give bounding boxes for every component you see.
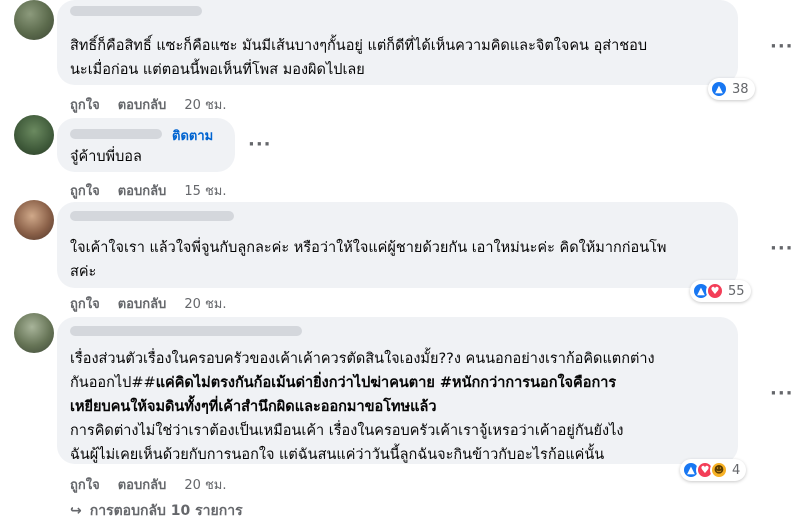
commenter-avatar[interactable] bbox=[14, 313, 54, 353]
comment-timestamp[interactable]: 20 ชม. bbox=[184, 94, 226, 115]
comment-actions: ถูกใจ ตอบกลับ 20 ชม. bbox=[70, 94, 227, 115]
like-button[interactable]: ถูกใจ bbox=[70, 474, 100, 495]
comment-options-button[interactable]: ··· bbox=[770, 238, 794, 259]
love-icon: ♥ bbox=[706, 282, 724, 300]
comment-timestamp[interactable]: 15 ชม. bbox=[184, 180, 226, 201]
comment-actions: ถูกใจ ตอบกลับ 20 ชม. bbox=[70, 293, 227, 314]
like-icon: ▲ bbox=[710, 80, 728, 98]
comment-text-line: เรื่องส่วนตัวเรื่องในครอบครัวของเค้าเค้า… bbox=[70, 351, 655, 367]
like-button[interactable]: ถูกใจ bbox=[70, 94, 100, 115]
reaction-summary[interactable]: ▲ 38 bbox=[708, 78, 755, 100]
comment-actions: ถูกใจ ตอบกลับ 15 ชม. bbox=[70, 180, 227, 201]
reaction-summary[interactable]: ▲ ♥ ☻ 4 bbox=[680, 459, 747, 481]
view-replies-label: การตอบกลับ 10 รายการ bbox=[89, 503, 243, 519]
reply-button[interactable]: ตอบกลับ bbox=[118, 293, 167, 314]
comment-options-button[interactable]: ··· bbox=[770, 383, 794, 404]
comment-text: สิทธิ์ก็คือสิทธิ์ แซะก็คือแซะ มันมีเส้นบ… bbox=[70, 38, 648, 78]
commenter-avatar[interactable] bbox=[14, 200, 54, 240]
comment-text-line: กันออกไป##แค่คิดไม่ตรงกันก้อเม้นด่ายิ่งก… bbox=[70, 371, 730, 395]
comment-text: ใจเค้าใจเรา แล้วใจพี่จูนกับลูกละค่ะ หรือ… bbox=[70, 240, 667, 280]
reply-arrow-icon: ↪ bbox=[70, 503, 82, 519]
comment-text-line: การคิดต่างไม่ใช่ว่าเราต้องเป็นเหมือนเค้า… bbox=[70, 423, 624, 439]
commenter-name-redacted[interactable] bbox=[70, 326, 302, 336]
comment-text-bold: เหยียบคนให้จมดินทั้งๆที่เค้าสำนึกผิดและอ… bbox=[70, 399, 437, 415]
follow-button[interactable]: ติดตาม bbox=[172, 125, 213, 146]
commenter-avatar[interactable] bbox=[14, 115, 54, 155]
haha-icon: ☻ bbox=[710, 461, 728, 479]
like-button[interactable]: ถูกใจ bbox=[70, 293, 100, 314]
comment-text: จู๋ค้าบพี่บอล bbox=[70, 149, 142, 165]
comment-text: เรื่องส่วนตัวเรื่องในครอบครัวของเค้าเค้า… bbox=[70, 347, 730, 467]
commenter-avatar[interactable] bbox=[14, 0, 54, 40]
comment-text-line: ฉันผู้ไม่เคยเห็นด้วยกับการนอกใจ แต่ฉันสน… bbox=[70, 447, 605, 463]
comment-timestamp[interactable]: 20 ชม. bbox=[184, 474, 226, 495]
commenter-name-redacted[interactable] bbox=[70, 129, 162, 139]
comment-options-button[interactable]: ··· bbox=[770, 36, 794, 57]
comment-text-plain: กันออกไป## bbox=[70, 375, 156, 391]
comment-timestamp[interactable]: 20 ชม. bbox=[184, 293, 226, 314]
reaction-count: 38 bbox=[732, 81, 749, 97]
commenter-name-redacted[interactable] bbox=[70, 211, 234, 221]
reaction-count: 4 bbox=[732, 462, 741, 478]
reply-button[interactable]: ตอบกลับ bbox=[118, 474, 167, 495]
reply-button[interactable]: ตอบกลับ bbox=[118, 180, 167, 201]
reply-button[interactable]: ตอบกลับ bbox=[118, 94, 167, 115]
comment-text-line: เหยียบคนให้จมดินทั้งๆที่เค้าสำนึกผิดและอ… bbox=[70, 395, 730, 419]
comment-text-bold: แค่คิดไม่ตรงกันก้อเม้นด่ายิ่งกว่าไปฆ่าคน… bbox=[155, 375, 617, 391]
comment-actions: ถูกใจ ตอบกลับ 20 ชม. bbox=[70, 474, 227, 495]
view-replies-link[interactable]: ↪ การตอบกลับ 10 รายการ bbox=[70, 500, 243, 522]
reaction-count: 55 bbox=[728, 283, 745, 299]
like-button[interactable]: ถูกใจ bbox=[70, 180, 100, 201]
commenter-name-redacted[interactable] bbox=[70, 6, 202, 16]
comment-options-button[interactable]: ··· bbox=[248, 134, 272, 155]
reaction-summary[interactable]: ▲ ♥ 55 bbox=[690, 280, 751, 302]
